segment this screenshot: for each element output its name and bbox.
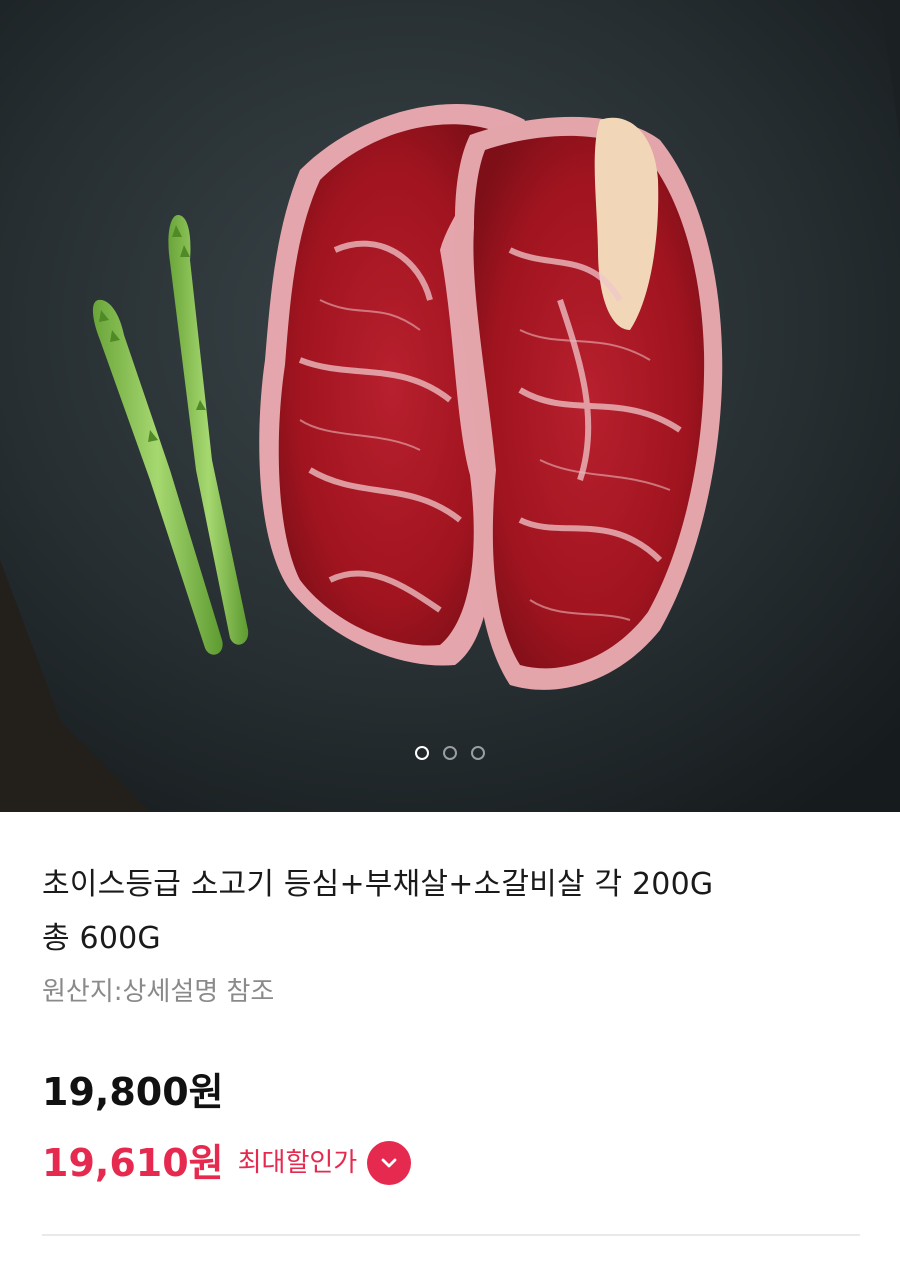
discount-price-row: 19,610원 최대할인가 (42, 1136, 412, 1190)
product-info: 초이스등급 소고기 등심+부채살+소갈비살 각 200G 총 600G 원산지:… (0, 812, 900, 1267)
sale-price: 19,610원 (42, 1141, 224, 1185)
product-title: 초이스등급 소고기 등심+부채살+소갈비살 각 200G 총 600G (42, 858, 852, 966)
product-title-line1: 초이스등급 소고기 등심+부채살+소갈비살 각 200G (42, 867, 714, 902)
chevron-down-icon (381, 1158, 397, 1168)
product-origin: 원산지:상세설명 참조 (42, 977, 275, 1007)
section-divider (42, 1234, 860, 1236)
max-discount-label: 최대할인가 (237, 1148, 358, 1178)
carousel-dot-2[interactable] (443, 746, 457, 760)
original-price: 19,800원 (42, 1070, 224, 1114)
product-photo (0, 0, 900, 812)
discount-details-button[interactable] (367, 1141, 412, 1185)
product-image-carousel[interactable] (0, 0, 900, 812)
carousel-dot-1[interactable] (415, 746, 429, 760)
product-title-line2: 총 600G (42, 921, 161, 956)
carousel-pagination (0, 746, 900, 766)
carousel-dot-3[interactable] (471, 746, 485, 760)
